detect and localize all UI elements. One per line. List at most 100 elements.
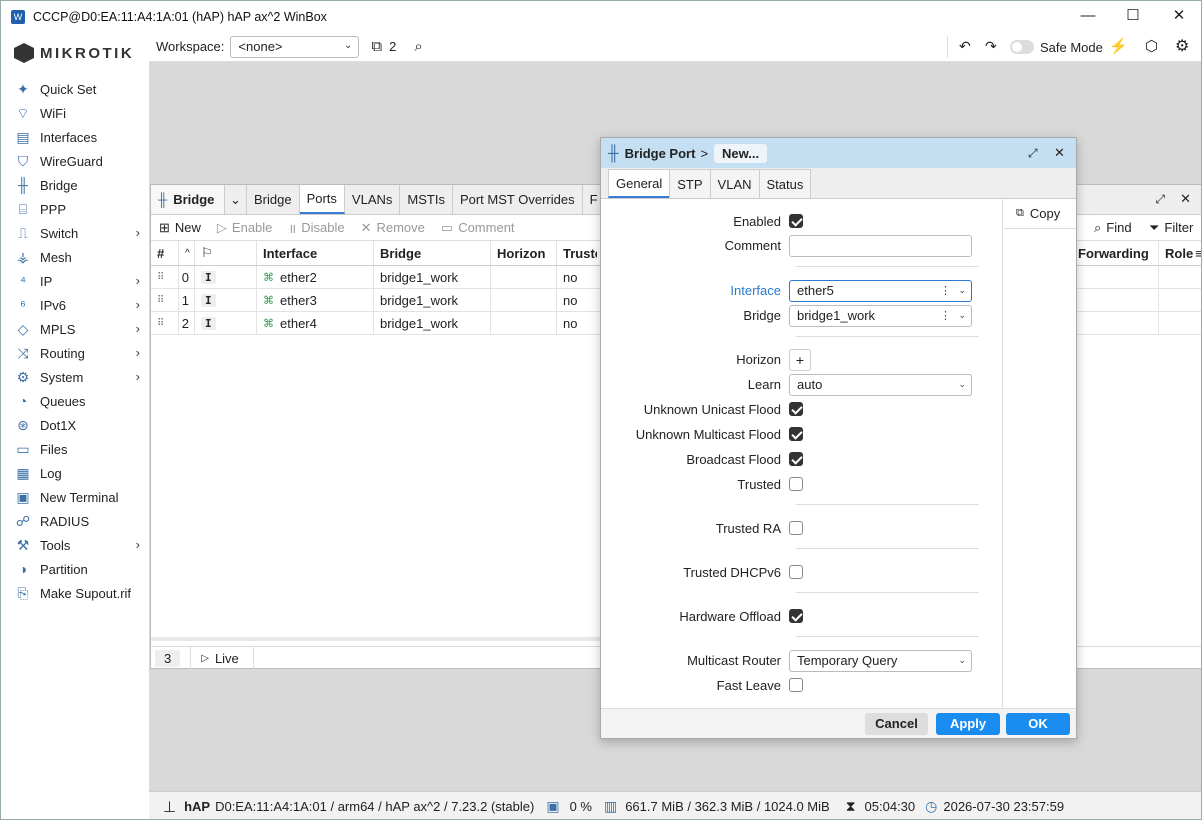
sidebar-item-mpls[interactable]: ◇ MPLS › <box>1 317 149 341</box>
sidebar-item-files[interactable]: ▭ Files <box>1 437 149 461</box>
sidebar-item-bridge[interactable]: ╫ Bridge <box>1 173 149 197</box>
drag-handle-icon[interactable]: ⠿ <box>151 266 179 288</box>
wand-icon: ✦ <box>17 81 29 97</box>
remove-button[interactable]: ✕ Remove <box>353 220 433 236</box>
sidebar-item-wireguard[interactable]: ⛉ WireGuard <box>1 149 149 173</box>
winbox-app-icon: W <box>11 9 25 24</box>
redo-icon[interactable]: ↷ <box>985 38 997 55</box>
expand-icon[interactable]: ⤢ <box>1155 192 1165 207</box>
sidebar-item-tools[interactable]: ⚒ Tools › <box>1 533 149 557</box>
col-forwarding[interactable]: Forwarding <box>1072 240 1159 266</box>
tab-port-mst-overrides[interactable]: Port MST Overrides <box>453 185 583 214</box>
sidebar-item-new-terminal[interactable]: ▣ New Terminal <box>1 485 149 509</box>
enable-button[interactable]: ▷ Enable <box>209 220 280 236</box>
disconnect-icon[interactable]: ⚡ <box>1109 37 1128 55</box>
general-form: Enabled Comment Interface ether5 ⋮ ⌄ Bridge… <box>601 199 1003 708</box>
interface-select[interactable]: ether5 ⋮ ⌄ <box>789 279 972 302</box>
col-horizon[interactable]: Horizon <box>491 241 557 265</box>
tab-general[interactable]: General <box>608 169 671 198</box>
learn-select[interactable]: auto ⌄ <box>789 373 972 396</box>
sidebar-item-partition[interactable]: ◑ Partition <box>1 557 149 581</box>
sidebar-item-routing[interactable]: ⤨ Routing › <box>1 341 149 365</box>
close-window-button[interactable]: ✕ <box>1156 1 1201 32</box>
role-value <box>1159 289 1201 312</box>
unknown-multicast-row: Unknown Multicast Flood <box>601 426 1001 442</box>
col-num[interactable]: # <box>151 241 179 265</box>
sort-icon[interactable]: ^ <box>179 241 195 265</box>
search-icon[interactable]: ⌕ <box>414 38 422 55</box>
sidebar-item-system[interactable]: ⚙ System › <box>1 365 149 389</box>
sidebar-item-switch[interactable]: ⎍ Switch › <box>1 221 149 245</box>
tab-stp[interactable]: STP <box>669 169 711 198</box>
add-horizon-button[interactable]: + <box>789 348 811 371</box>
undo-icon[interactable]: ↶ <box>959 38 971 55</box>
drag-handle-icon[interactable]: ⠿ <box>151 289 179 311</box>
hw-offload-checkbox[interactable] <box>789 609 803 623</box>
close-icon[interactable]: ✕ <box>1180 191 1191 207</box>
tab-ports[interactable]: Ports <box>299 185 345 214</box>
sidebar-item-dot1x[interactable]: ⊛ Dot1X <box>1 413 149 437</box>
status-badge: I <box>201 270 216 284</box>
filter-button[interactable]: ⏷ Filter <box>1141 220 1201 236</box>
fast-leave-checkbox[interactable] <box>789 678 803 692</box>
enabled-checkbox[interactable] <box>789 214 803 228</box>
col-flag-icon[interactable]: ⚐ <box>195 241 257 265</box>
sidebar-item-ipv6[interactable]: ⁶ IPv6 › <box>1 293 149 317</box>
maximize-button[interactable]: ☐ <box>1110 1 1156 32</box>
row-count: 3 <box>155 649 181 667</box>
col-bridge[interactable]: Bridge <box>374 241 491 265</box>
col-interface[interactable]: Interface <box>257 241 374 265</box>
tab-mstis[interactable]: MSTIs <box>400 185 453 214</box>
sidebar-item-label: Routing <box>40 345 85 361</box>
safe-mode-toggle[interactable] <box>1010 40 1034 54</box>
expand-icon[interactable]: ⤢ <box>1028 146 1038 161</box>
horizontal-scrollbar[interactable] <box>151 637 601 641</box>
broadcast-checkbox[interactable] <box>789 452 803 466</box>
sidebar-item-ip[interactable]: ⁴ IP › <box>1 269 149 293</box>
sidebar-item-make-supout-rif[interactable]: ⎘ Make Supout.rif <box>1 581 149 605</box>
tabs-menu-chevron-icon[interactable]: ⌄ <box>225 185 247 214</box>
disable-button[interactable]: ॥ Disable <box>280 219 352 237</box>
more-icon: ⋮ <box>940 309 951 322</box>
windows-icon[interactable]: ⧉ <box>371 38 382 55</box>
sidebar-item-wifi[interactable]: ⌔ WiFi <box>1 101 149 125</box>
trusted-ra-checkbox[interactable] <box>789 521 803 535</box>
trusted-dhcpv6-checkbox[interactable] <box>789 565 803 579</box>
col-role[interactable]: Role≡ <box>1159 241 1201 266</box>
tab-status[interactable]: Status <box>758 169 812 198</box>
unknown-unicast-checkbox[interactable] <box>789 402 803 416</box>
sidebar-item-mesh[interactable]: ⚶ Mesh <box>1 245 149 269</box>
live-toggle[interactable]: Live <box>215 651 239 666</box>
copy-button[interactable]: ⧉ Copy <box>1004 199 1076 229</box>
tab-vlans[interactable]: VLANs <box>345 185 401 214</box>
apply-button[interactable]: Apply <box>936 713 1000 735</box>
sidebar-item-label: IPv6 <box>40 297 67 313</box>
new-button[interactable]: ⊞ New <box>151 220 209 236</box>
comment-input[interactable] <box>789 234 972 257</box>
sidebar-item-queues[interactable]: ◔ Queues <box>1 389 149 413</box>
drag-handle-icon[interactable]: ⠿ <box>151 312 179 334</box>
tab-bridge[interactable]: Bridge <box>247 185 300 214</box>
settings-gear-icon[interactable]: ⚙ <box>1175 36 1189 56</box>
col-trusted[interactable]: Truste <box>557 241 597 265</box>
trusted-checkbox[interactable] <box>789 477 803 491</box>
horizon-value <box>491 266 557 288</box>
package-icon[interactable]: ⬡ <box>1145 37 1158 55</box>
sidebar-item-ppp[interactable]: ⌸ PPP <box>1 197 149 221</box>
minimize-button[interactable]: — <box>1065 1 1111 32</box>
bridge-select[interactable]: bridge1_work ⋮ ⌄ <box>789 304 972 327</box>
cancel-button[interactable]: Cancel <box>865 713 928 735</box>
unknown-multicast-checkbox[interactable] <box>789 427 803 441</box>
sidebar-item-radius[interactable]: ☍ RADIUS <box>1 509 149 533</box>
workspace-select[interactable]: <none> ⌄ <box>230 35 360 58</box>
ip-icon: ⁴ <box>19 273 26 289</box>
find-button[interactable]: ⌕ Find <box>1086 220 1140 236</box>
multicast-router-select[interactable]: Temporary Query ⌄ <box>789 649 972 672</box>
close-icon[interactable]: ✕ <box>1054 145 1065 161</box>
sidebar-item-quick-set[interactable]: ✦ Quick Set <box>1 77 149 101</box>
ok-button[interactable]: OK <box>1006 713 1070 735</box>
tab-vlan[interactable]: VLAN <box>709 169 760 198</box>
comment-button[interactable]: ▭ Comment <box>433 220 523 236</box>
sidebar-item-interfaces[interactable]: ▤ Interfaces <box>1 125 149 149</box>
sidebar-item-log[interactable]: ▦ Log <box>1 461 149 485</box>
